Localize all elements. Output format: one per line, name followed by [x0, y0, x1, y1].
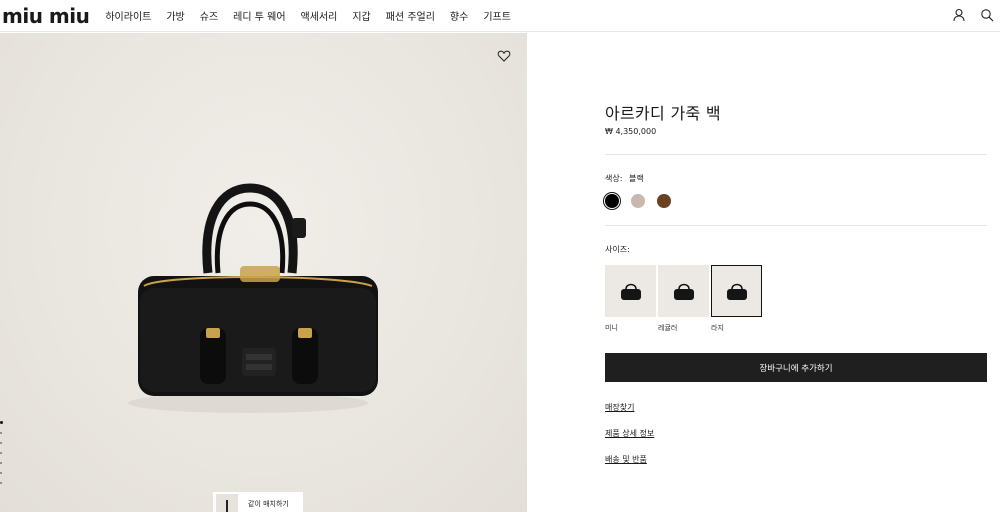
size-name: 미니 — [605, 324, 618, 332]
nav-item-fashion-jewelry[interactable]: 패션 주얼리 — [386, 8, 435, 23]
size-thumbnail — [711, 265, 762, 317]
nav-item-highlights[interactable]: 하이라이트 — [105, 8, 151, 23]
color-swatch-black[interactable] — [605, 194, 619, 208]
product-details-link[interactable]: 제품 상세 정보 — [605, 428, 654, 439]
size-option-mini[interactable]: 미니 — [605, 265, 656, 333]
color-selected-name: 블랙 — [628, 174, 644, 183]
slide-dot[interactable] — [0, 462, 2, 464]
size-options: 미니 레귤러 라지 — [605, 265, 762, 333]
divider — [605, 225, 987, 226]
slide-indicator — [0, 421, 3, 484]
header-icons — [952, 8, 994, 22]
product-price: ₩ 4,350,000 — [605, 127, 657, 136]
slide-dot[interactable] — [0, 442, 2, 444]
top-header: miu miu 하이라이트 가방 슈즈 레디 투 웨어 액세서리 지갑 패션 주… — [0, 0, 1000, 32]
shop-the-look-label: 같이 매치하기 — [248, 500, 289, 508]
nav-item-accessories[interactable]: 액세서리 — [301, 8, 338, 23]
nav-item-gifts[interactable]: 기프트 — [483, 8, 511, 23]
nav-item-ready-to-wear[interactable]: 레디 투 웨어 — [233, 8, 285, 23]
heart-icon[interactable] — [497, 49, 511, 63]
shop-the-look-button[interactable]: 같이 매치하기 — [213, 492, 303, 512]
brand-logo[interactable]: miu miu — [2, 6, 90, 26]
nav-item-wallets[interactable]: 지갑 — [352, 8, 370, 23]
divider — [605, 154, 987, 155]
color-swatch-beige[interactable] — [631, 194, 645, 208]
color-label-text: 색상: — [605, 174, 623, 183]
size-option-large[interactable]: 라지 — [711, 265, 762, 333]
nav-item-fragrance[interactable]: 향수 — [450, 8, 468, 23]
size-thumbnail — [605, 265, 656, 317]
size-name: 라지 — [711, 324, 724, 332]
slide-dot[interactable] — [0, 432, 2, 434]
product-image-bag — [128, 183, 378, 413]
user-icon[interactable] — [952, 8, 966, 22]
color-swatch-brown[interactable] — [657, 194, 671, 208]
slide-dot[interactable] — [0, 452, 2, 454]
slide-dot[interactable] — [0, 421, 3, 424]
slide-dot[interactable] — [0, 482, 2, 484]
size-thumbnail — [658, 265, 709, 317]
size-option-regular[interactable]: 레귤러 — [658, 265, 709, 333]
shipping-returns-link[interactable]: 배송 및 반품 — [605, 454, 647, 465]
look-thumbnail — [216, 494, 238, 512]
product-gallery[interactable]: 같이 매치하기 — [0, 33, 527, 512]
nav-item-bags[interactable]: 가방 — [166, 8, 184, 23]
size-label: 사이즈: — [605, 245, 630, 254]
search-icon[interactable] — [980, 8, 994, 22]
store-locator-link[interactable]: 매장찾기 — [605, 402, 634, 413]
slide-dot[interactable] — [0, 472, 2, 474]
main-nav: 하이라이트 가방 슈즈 레디 투 웨어 액세서리 지갑 패션 주얼리 향수 기프… — [105, 8, 526, 23]
color-swatches — [605, 194, 671, 208]
nav-item-shoes[interactable]: 슈즈 — [200, 8, 218, 23]
color-label: 색상: 블랙 — [605, 173, 644, 184]
size-name: 레귤러 — [658, 324, 678, 332]
product-title: 아르카디 가죽 백 — [605, 104, 721, 123]
add-to-cart-button[interactable]: 장바구니에 추가하기 — [605, 353, 987, 382]
